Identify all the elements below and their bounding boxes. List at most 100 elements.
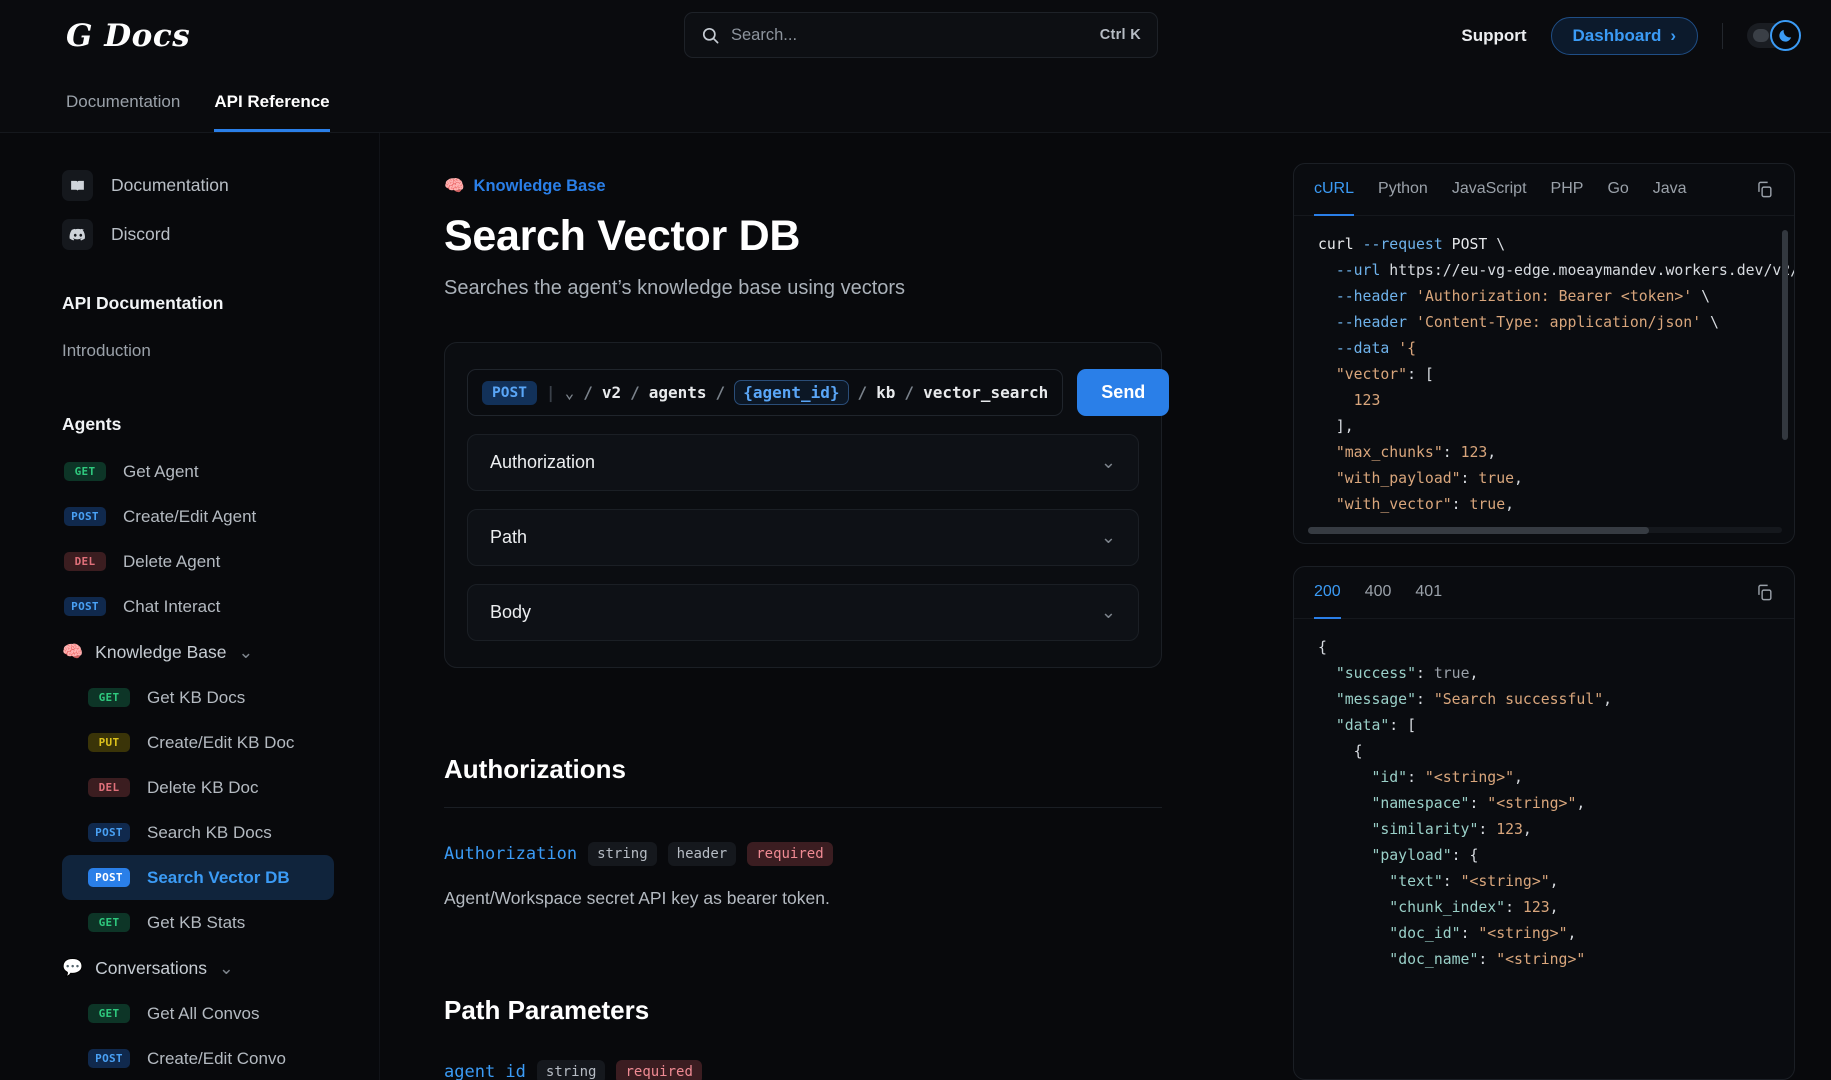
copy-icon[interactable] [1755,180,1774,199]
chevron-down-icon: ⌄ [219,957,234,978]
tab-status-401[interactable]: 401 [1415,567,1442,619]
path-slash: / [630,383,640,402]
authorizations-section: Authorizations [444,754,1162,785]
search-placeholder: Search... [731,25,798,44]
breadcrumb-label: Knowledge Base [473,177,606,195]
tab-java[interactable]: Java [1653,164,1687,216]
sidebar-item-get-kb-stats[interactable]: GET Get KB Stats [62,900,334,945]
sidebar-item-delete-agent[interactable]: DEL Delete Agent [62,539,334,584]
method-badge: DEL [64,551,106,572]
main-content: 🧠 Knowledge Base Search Vector DB Search… [380,133,1271,1080]
sidebar-item-get-all-convos[interactable]: GET Get All Convos [62,991,334,1036]
code-panels: cURL Python JavaScript PHP Go Java curl … [1271,133,1831,1080]
chevron-down-icon: ⌄ [238,641,254,662]
chevron-down-icon[interactable]: ⌄ [565,383,575,402]
sidebar-heading-agents: Agents [62,414,122,434]
param-required-tag: required [616,1060,702,1080]
dashboard-button[interactable]: Dashboard › [1550,16,1698,55]
response-code-card: 200 400 401 { "success": true, "message"… [1293,566,1795,1080]
scroll-up-icon[interactable]: ▲ [378,135,380,147]
param-required-tag: required [747,842,833,866]
sidebar-item-label: Get Agent [123,461,199,481]
accordion-path[interactable]: Path ⌄ [467,509,1139,566]
tab-python[interactable]: Python [1378,164,1428,216]
url-separator: | [545,383,556,402]
sidebar-item-documentation[interactable]: Documentation [62,161,334,210]
theme-toggle[interactable] [1747,20,1801,51]
method-badge: PUT [88,732,130,753]
request-code-block: curl --request POST \ --url https://eu-v… [1318,236,1794,523]
sidebar-item-label: Documentation [111,175,229,195]
method-badge: POST [64,506,106,527]
tab-api-reference[interactable]: API Reference [214,92,330,132]
request-code-card: cURL Python JavaScript PHP Go Java curl … [1293,163,1795,544]
sidebar-item-delete-kb-doc[interactable]: DEL Delete KB Doc [62,765,334,810]
sidebar-item-get-kb-docs[interactable]: GET Get KB Docs [62,675,334,720]
param-location-tag: header [667,842,737,866]
tab-curl[interactable]: cURL [1314,164,1355,216]
sidebar-item-label: Delete Agent [123,551,221,571]
sidebar-item-create-edit-convo[interactable]: POST Create/Edit Convo [62,1036,334,1080]
send-button[interactable]: Send [1077,369,1170,416]
chevron-down-icon: ⌄ [1100,602,1116,622]
top-header: G Docs Search... Ctrl K Support Dashboar… [0,0,1831,71]
section-heading: Authorizations [444,754,626,784]
sidebar-heading-api-documentation: API Documentation [62,293,224,313]
sidebar-group-conversations[interactable]: 💬 Conversations ⌄ [62,945,334,991]
sidebar-item-create-edit-kb-doc[interactable]: PUT Create/Edit KB Doc [62,720,334,765]
accordion-label: Body [490,602,532,622]
method-badge: POST [64,596,106,617]
sidebar-item-chat-interact[interactable]: POST Chat Interact [62,584,334,629]
sidebar-scrollbar-track[interactable] [379,133,380,1080]
endpoint-url-bar[interactable]: POST | ⌄ / v2 / agents / {agent_id} / kb… [467,369,1064,416]
sidebar-item-introduction[interactable]: Introduction [62,330,334,372]
path-slash: / [904,383,915,402]
support-link[interactable]: Support [1461,26,1526,46]
chevron-down-icon: ⌄ [1100,452,1116,472]
path-param-input[interactable]: {agent_id} [734,380,849,405]
brain-icon: 🧠 [62,642,84,661]
search-shortcut: Ctrl K [1099,27,1141,43]
app-root: G Docs Search... Ctrl K Support Dashboar… [0,0,1831,1080]
path-segment: agents [648,383,707,402]
method-badge: POST [88,822,130,843]
request-vertical-scrollbar[interactable] [1782,230,1788,440]
sidebar-item-label: Chat Interact [123,596,221,616]
sidebar-item-discord[interactable]: Discord [62,210,334,259]
header-divider [1722,22,1723,49]
tab-status-400[interactable]: 400 [1365,567,1392,619]
copy-icon[interactable] [1755,583,1774,602]
tab-php[interactable]: PHP [1551,164,1584,216]
response-status-tabs: 200 400 401 [1294,567,1794,619]
sidebar-group-knowledge-base[interactable]: 🧠 Knowledge Base ⌄ [62,629,334,675]
app-logo[interactable]: G Docs [66,18,190,54]
sidebar-item-get-agent[interactable]: GET Get Agent [62,449,334,494]
sidebar-item-search-vector-db[interactable]: POST Search Vector DB [62,855,334,900]
primary-tabs: Documentation API Reference [0,71,1831,133]
brain-icon: 🧠 [444,177,465,195]
speech-bubble-icon: 💬 [62,958,84,977]
method-badge: GET [88,1003,130,1024]
sidebar: Documentation Discord API Documentation … [0,133,380,1080]
tab-status-200[interactable]: 200 [1314,567,1341,619]
tab-javascript[interactable]: JavaScript [1452,164,1527,216]
accordion-label: Authorization [490,452,596,472]
param-description: Agent/Workspace secret API key as bearer… [444,888,830,908]
sidebar-item-search-kb-docs[interactable]: POST Search KB Docs [62,810,334,855]
sidebar-item-label: Create/Edit Agent [123,506,257,526]
accordion-authorization[interactable]: Authorization ⌄ [467,434,1139,491]
request-horizontal-scrollbar[interactable] [1308,527,1782,535]
sidebar-item-label: Search Vector DB [147,867,290,887]
method-badge: GET [88,687,130,708]
path-slash: / [857,383,868,402]
accordion-body[interactable]: Body ⌄ [467,584,1139,641]
endpoint-row: POST | ⌄ / v2 / agents / {agent_id} / kb… [467,369,1170,416]
tab-go[interactable]: Go [1607,164,1628,216]
page-title: Search Vector DB [444,212,801,260]
breadcrumb[interactable]: 🧠 Knowledge Base [444,177,1271,196]
search-input[interactable]: Search... Ctrl K [684,12,1158,58]
sidebar-item-create-edit-agent[interactable]: POST Create/Edit Agent [62,494,334,539]
path-segment: vector_search [923,383,1049,402]
tab-documentation[interactable]: Documentation [66,92,180,132]
scroll-down-icon[interactable]: ▼ [378,1064,380,1076]
